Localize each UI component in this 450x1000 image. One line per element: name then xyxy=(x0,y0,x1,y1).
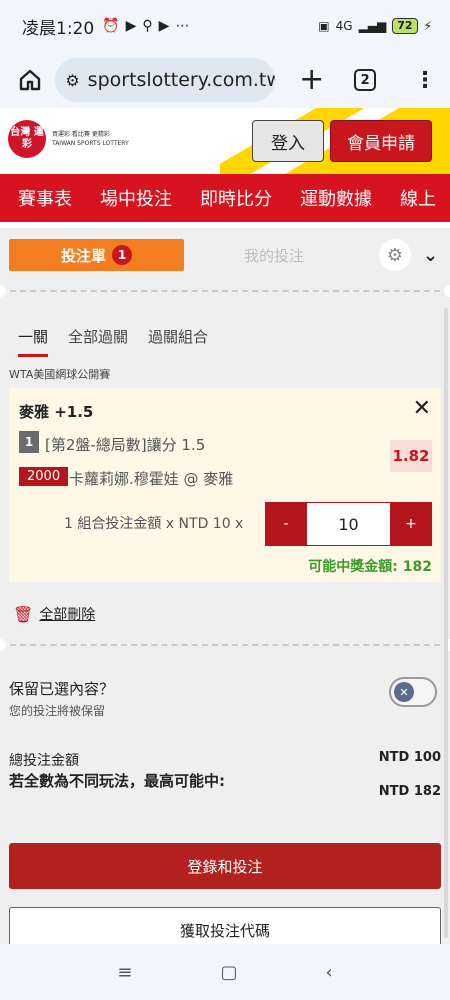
logo-tagline: 買運彩 看比賽 更精彩 TAIWAN SPORTS LOTTERY xyxy=(52,131,129,147)
url-text: sportslottery.com.tw/s xyxy=(87,69,276,91)
chevron-down-icon[interactable]: ⌄ xyxy=(423,245,438,266)
match-code-badge: 2000 xyxy=(19,467,69,486)
new-tab-button[interactable]: + xyxy=(297,65,326,95)
status-notification-icons: ⏰ ▶ ⚲ ▶ ⋯ xyxy=(102,18,189,34)
match-label: 卡蘿莉娜.穆霍娃 @ 麥雅 xyxy=(69,470,234,488)
nav-live-scores[interactable]: 即時比分 xyxy=(200,185,272,211)
android-navigation-bar: ≡ ▢ ‹ xyxy=(0,944,450,1000)
tab-single[interactable]: 一關 xyxy=(18,326,49,357)
decrease-button[interactable]: - xyxy=(265,502,307,546)
youtube-icon: ▶ xyxy=(125,18,137,34)
location-icon: ⚲ xyxy=(142,18,153,34)
trash-icon: 🗑 xyxy=(13,604,34,624)
site-header: 台灣 運彩 買運彩 看比賽 更精彩 TAIWAN SPORTS LOTTERY … xyxy=(0,108,450,174)
max-payout-label: 若全數為不同玩法，最高可能中: xyxy=(9,772,226,790)
network-label: 4G xyxy=(335,19,353,33)
home-icon xyxy=(19,69,40,91)
site-settings-icon[interactable]: ⚙ xyxy=(65,71,79,90)
login-button[interactable]: 登入 xyxy=(252,120,324,162)
tab-my-bets[interactable]: 我的投注 xyxy=(244,245,304,266)
stake-label: 1 組合投注金額 x NTD 10 x xyxy=(64,516,244,532)
stake-stepper: - 10 + xyxy=(265,502,432,546)
tab-bet-slip-label: 投注單 xyxy=(60,246,106,265)
delete-all-label: 全部刪除 xyxy=(39,607,96,623)
keep-selection-title: 保留已選內容？ xyxy=(9,680,115,698)
divider-notch xyxy=(444,285,450,297)
nav-online[interactable]: 線上 xyxy=(400,185,436,211)
divider-notch xyxy=(0,639,6,651)
volte-icon: ▣ xyxy=(318,19,330,33)
potential-payout: 可能中獎金額: 182 xyxy=(308,559,432,575)
battery-icon: 72 xyxy=(392,18,418,34)
toggle-off-icon: ✕ xyxy=(394,682,414,702)
keep-selection-subtitle: 您的投注將被保留 xyxy=(9,704,106,718)
address-bar[interactable]: ⚙ sportslottery.com.tw/s xyxy=(55,58,276,102)
market-label: [第2盤-總局數]讓分 1.5 xyxy=(45,436,206,454)
back-button[interactable]: ‹ xyxy=(325,962,332,983)
line-number-badge: 1 xyxy=(19,431,39,453)
more-icon: ⋯ xyxy=(175,18,190,34)
youtube-icon: ▶ xyxy=(158,18,170,34)
bet-count-badge: 1 xyxy=(112,245,132,265)
browser-menu-button[interactable]: ⋮ xyxy=(414,68,436,93)
max-payout-value: NTD 182 xyxy=(378,784,441,799)
status-time: 凌晨1:20 xyxy=(22,18,95,39)
home-nav-button[interactable]: ▢ xyxy=(220,962,237,983)
get-bet-code-button[interactable]: 獲取投注代碼 xyxy=(9,907,441,944)
status-system-icons: ▣ 4G ▂▄▆ 72 ⚡ xyxy=(318,18,432,34)
charging-icon: ⚡ xyxy=(423,19,432,33)
home-button[interactable] xyxy=(14,64,45,96)
bet-selection-card: 麥雅 +1.5 ✕ 1 [第2盤-總局數]讓分 1.5 1.82 2000 卡蘿… xyxy=(9,388,441,582)
main-nav: 賽事表 場中投注 即時比分 運動數據 線上 xyxy=(0,174,450,222)
bet-mode-tabs: 一關 全部過關 過關組合 xyxy=(18,326,208,357)
browser-toolbar: ⚙ sportslottery.com.tw/s + 2 ⋮ xyxy=(0,52,450,108)
keep-selection-toggle[interactable]: ✕ xyxy=(389,677,437,707)
tab-parlay-combo[interactable]: 過關組合 xyxy=(148,326,208,357)
scrollbar[interactable] xyxy=(444,308,448,938)
gear-icon: ⚙ xyxy=(386,244,404,266)
increase-button[interactable]: + xyxy=(390,502,432,546)
alarm-icon: ⏰ xyxy=(102,18,120,34)
nav-schedule[interactable]: 賽事表 xyxy=(18,185,72,211)
league-label: WTA美國網球公開賽 xyxy=(9,368,111,381)
status-bar: 凌晨1:20 ⏰ ▶ ⚲ ▶ ⋯ ▣ 4G ▂▄▆ 72 ⚡ xyxy=(0,0,450,52)
nav-live-betting[interactable]: 場中投注 xyxy=(100,185,172,211)
selection-title: 麥雅 +1.5 xyxy=(19,403,94,421)
login-and-bet-button[interactable]: 登錄和投注 xyxy=(9,843,441,889)
stake-input[interactable]: 10 xyxy=(307,502,390,546)
close-icon[interactable]: ✕ xyxy=(413,396,431,421)
divider xyxy=(0,644,450,646)
tab-switcher-button[interactable]: 2 xyxy=(354,69,376,91)
total-stake-value: NTD 100 xyxy=(378,750,441,765)
register-button[interactable]: 會員申請 xyxy=(330,120,432,162)
bet-slip-panel: 投注單 1 我的投注 ⚙ ⌄ 一關 全部過關 過關組合 WTA美國網球公開賽 麥… xyxy=(0,228,450,944)
tab-bet-slip[interactable]: 投注單 1 xyxy=(9,239,184,271)
divider-notch xyxy=(0,285,6,297)
bet-slip-tabs: 投注單 1 我的投注 ⚙ ⌄ xyxy=(9,238,441,272)
tab-all-parlay[interactable]: 全部過關 xyxy=(68,326,128,357)
settings-button[interactable]: ⚙ xyxy=(379,239,411,271)
total-stake-label: 總投注金額 xyxy=(9,753,79,769)
odds-value: 1.82 xyxy=(390,440,432,472)
signal-icon: ▂▄▆ xyxy=(358,19,387,33)
recent-apps-button[interactable]: ≡ xyxy=(117,962,132,983)
delete-all-button[interactable]: 🗑 全部刪除 xyxy=(13,604,95,624)
site-logo[interactable]: 台灣 運彩 xyxy=(8,120,46,158)
divider xyxy=(0,290,450,292)
nav-sports-data[interactable]: 運動數據 xyxy=(300,185,372,211)
